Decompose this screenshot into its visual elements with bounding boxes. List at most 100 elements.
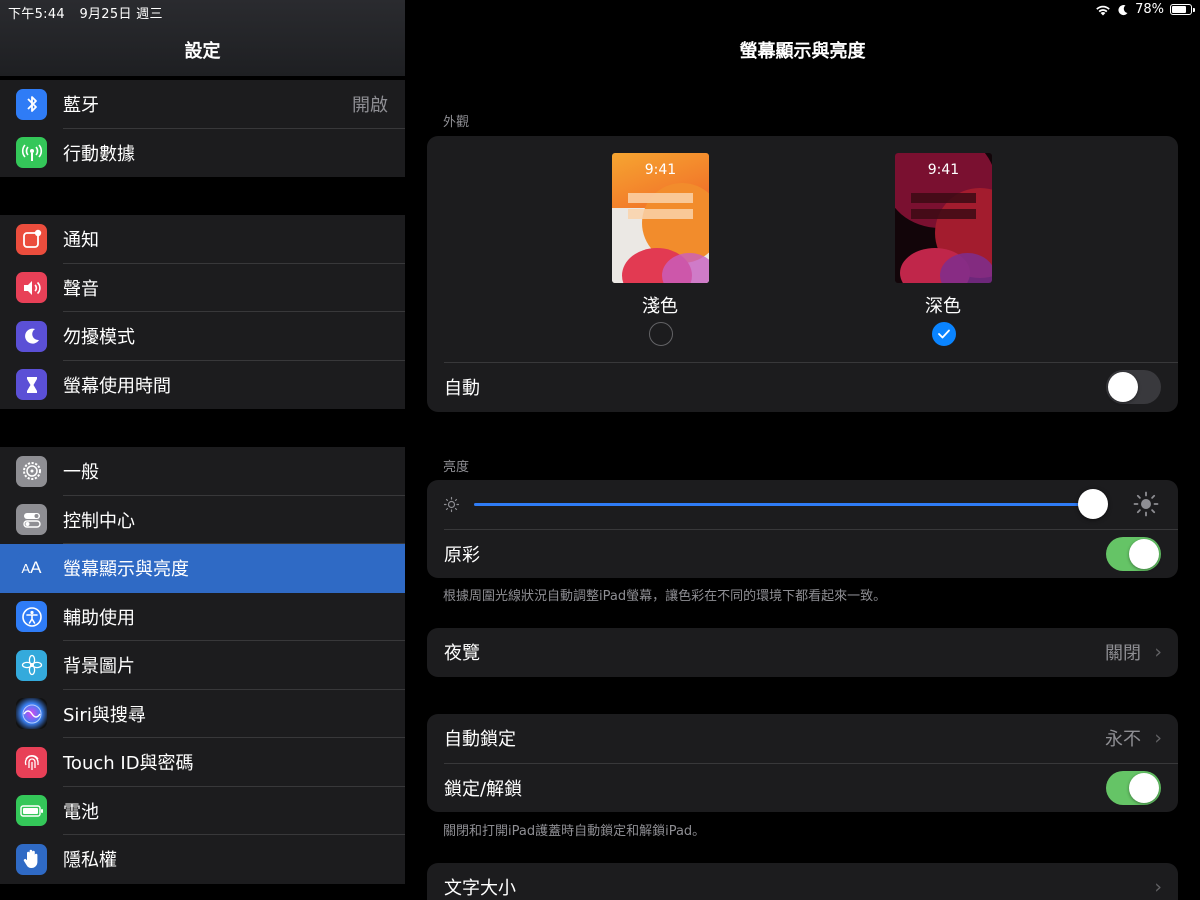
toggle-knob <box>1129 772 1159 803</box>
settings-sidebar: 設定 藍牙 開啟 行動數據 通知 聲音 勿擾模式 螢幕使用時間 一般 控制中心 … <box>0 0 405 900</box>
sidebar-item-bluetooth[interactable]: 藍牙 開啟 <box>0 80 405 129</box>
sidebar-item-label: 控制中心 <box>63 510 135 532</box>
antenna-icon <box>16 137 47 169</box>
notifications-icon <box>16 223 47 255</box>
sidebar-item-display-brightness[interactable]: AA 螢幕顯示與亮度 <box>0 544 405 593</box>
sidebar-item-label: 隱私權 <box>63 850 117 872</box>
dark-radio-button[interactable] <box>932 322 956 346</box>
text-size-icon: AA <box>16 552 47 584</box>
night-shift-row[interactable]: 夜覽 關閉 › <box>427 628 1178 677</box>
chevron-right-icon: › <box>1154 727 1162 749</box>
status-bar-right: 78% <box>1095 2 1195 17</box>
lock-unlock-row: 鎖定/解鎖 <box>427 764 1178 813</box>
sidebar-item-siri-search[interactable]: Siri與搜尋 <box>0 690 405 739</box>
moon-status-icon <box>1118 4 1128 15</box>
sidebar-item-label: 背景圖片 <box>63 656 135 678</box>
sidebar-item-label: 行動數據 <box>63 143 135 165</box>
sidebar-item-battery[interactable]: 電池 <box>0 787 405 836</box>
sidebar-item-label: 螢幕使用時間 <box>63 375 171 397</box>
night-shift-label: 夜覽 <box>444 643 480 665</box>
light-preview-notification <box>628 193 693 203</box>
sidebar-item-touch-id[interactable]: Touch ID與密碼 <box>0 738 405 787</box>
switches-icon <box>16 504 47 536</box>
brightness-section-label: 亮度 <box>443 460 470 475</box>
automatic-label: 自動 <box>444 378 480 400</box>
night-shift-value: 關閉 <box>1105 643 1141 665</box>
chevron-right-icon: › <box>1154 876 1162 898</box>
dark-preview-time: 9:41 <box>927 162 960 178</box>
text-size-card: 文字大小 › <box>427 863 1178 900</box>
chevron-right-icon: › <box>1154 641 1162 663</box>
true-tone-toggle[interactable] <box>1106 536 1161 571</box>
display-brightness-panel: 螢幕顯示與亮度 外觀 9:41 淺色 9:41 深色 自動 亮度 原彩 根據周圍… <box>405 0 1200 900</box>
sidebar-item-value: 開啟 <box>352 95 388 117</box>
sidebar-item-label: 輔助使用 <box>63 607 135 629</box>
sidebar-group-general: 一般 控制中心 AA 螢幕顯示與亮度 輔助使用 背景圖片 Siri與搜尋 Tou… <box>0 447 405 884</box>
lock-unlock-toggle[interactable] <box>1106 770 1161 805</box>
dark-appearance-preview[interactable]: 9:41 <box>895 153 992 283</box>
toggle-knob <box>1108 372 1138 403</box>
appearance-section-label: 外觀 <box>443 115 470 130</box>
sidebar-item-sounds[interactable]: 聲音 <box>0 264 405 313</box>
wifi-icon <box>1096 5 1110 15</box>
moon-icon <box>16 320 47 352</box>
appearance-options: 9:41 淺色 9:41 深色 <box>427 136 1178 362</box>
sidebar-item-control-center[interactable]: 控制中心 <box>0 496 405 545</box>
auto-lock-value: 永不 <box>1105 729 1141 751</box>
page-title: 螢幕顯示與亮度 <box>739 41 866 62</box>
sidebar-item-notifications[interactable]: 通知 <box>0 215 405 264</box>
text-size-row[interactable]: 文字大小 › <box>427 863 1178 900</box>
sidebar-item-cellular[interactable]: 行動數據 <box>0 129 405 178</box>
light-preview-time: 9:41 <box>644 162 677 178</box>
lock-unlock-label: 鎖定/解鎖 <box>444 778 523 800</box>
sidebar-item-screen-time[interactable]: 螢幕使用時間 <box>0 361 405 410</box>
true-tone-row: 原彩 <box>427 530 1178 579</box>
battery-status-icon <box>1170 4 1195 15</box>
sidebar-item-label: Siri與搜尋 <box>63 704 146 726</box>
sidebar-item-label: 螢幕顯示與亮度 <box>63 559 189 581</box>
appearance-card: 9:41 淺色 9:41 深色 自動 <box>427 136 1178 412</box>
dark-preview-notification <box>911 209 976 219</box>
sidebar-item-label: 藍牙 <box>63 95 99 117</box>
speaker-icon <box>16 272 47 304</box>
brightness-slider-thumb[interactable] <box>1078 489 1109 519</box>
battery-level-fill <box>1172 6 1187 13</box>
sidebar-item-privacy[interactable]: 隱私權 <box>0 835 405 884</box>
automatic-toggle[interactable] <box>1106 370 1161 405</box>
low-brightness-icon <box>443 496 460 513</box>
bluetooth-icon <box>16 88 47 120</box>
light-radio-button[interactable] <box>649 322 673 346</box>
true-tone-description: 根據周圍光線狀況自動調整iPad螢幕，讓色彩在不同的環境下都看起來一致。 <box>443 589 887 604</box>
hourglass-icon <box>16 369 47 401</box>
sidebar-item-general[interactable]: 一般 <box>0 447 405 496</box>
sidebar-item-label: 聲音 <box>63 278 99 300</box>
lock-card: 自動鎖定 永不 › 鎖定/解鎖 <box>427 714 1178 812</box>
light-preview-notification <box>628 209 693 219</box>
night-shift-card: 夜覽 關閉 › <box>427 628 1178 677</box>
brightness-slider-row <box>427 480 1178 529</box>
brightness-slider-track[interactable] <box>474 503 1106 506</box>
text-size-label: 文字大小 <box>444 878 516 900</box>
sidebar-group-notifications: 通知 聲音 勿擾模式 螢幕使用時間 <box>0 215 405 409</box>
sidebar-item-wallpaper[interactable]: 背景圖片 <box>0 641 405 690</box>
dark-option-label: 深色 <box>925 296 961 317</box>
brightness-card: 原彩 <box>427 480 1178 578</box>
sidebar-group-connectivity: 藍牙 開啟 行動數據 <box>0 80 405 177</box>
auto-lock-row[interactable]: 自動鎖定 永不 › <box>427 714 1178 763</box>
checkmark-icon <box>938 329 950 339</box>
light-appearance-preview[interactable]: 9:41 <box>612 153 709 283</box>
sidebar-item-accessibility[interactable]: 輔助使用 <box>0 593 405 642</box>
fingerprint-icon <box>16 746 47 778</box>
lock-unlock-description: 關閉和打開iPad護蓋時自動鎖定和解鎖iPad。 <box>443 824 706 839</box>
sidebar-title: 設定 <box>184 41 221 62</box>
brightness-slider-fill <box>474 503 1094 506</box>
true-tone-label: 原彩 <box>444 544 480 566</box>
siri-icon <box>16 698 47 730</box>
status-date: 9月25日 週三 <box>79 7 163 22</box>
light-option-label: 淺色 <box>642 296 678 317</box>
sidebar-item-do-not-disturb[interactable]: 勿擾模式 <box>0 312 405 361</box>
auto-lock-label: 自動鎖定 <box>444 729 516 751</box>
dark-preview-notification <box>911 193 976 203</box>
sidebar-item-label: Touch ID與密碼 <box>63 753 194 775</box>
battery-percent: 78% <box>1135 2 1164 17</box>
